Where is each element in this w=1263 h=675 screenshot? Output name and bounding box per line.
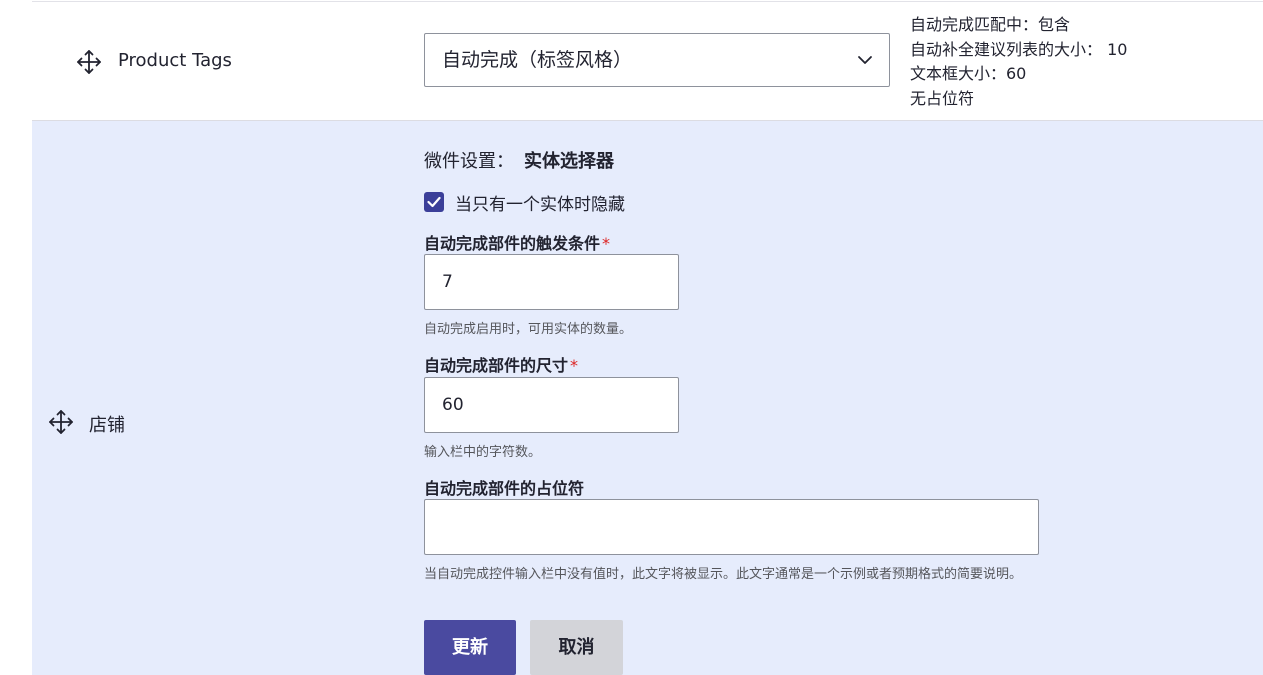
required-marker: * xyxy=(602,234,611,253)
threshold-label: 自动完成部件的触发条件 * xyxy=(424,230,610,254)
summary-line-textfield-size: 文本框大小：60 xyxy=(910,64,1027,83)
placeholder-label-text: 自动完成部件的占位符 xyxy=(424,479,585,498)
threshold-help: 自动完成启用时，可用实体的数量。 xyxy=(424,322,633,337)
placeholder-help: 当自动完成控件输入栏中没有值时，此文字将被显示。此文字通常是一个示例或者预期格式… xyxy=(424,567,1023,582)
threshold-input[interactable]: 7 xyxy=(424,254,679,310)
widget-type-selected-value: 自动完成（标签风格） xyxy=(442,49,633,71)
checkmark-icon xyxy=(427,196,441,208)
size-label: 自动完成部件的尺寸 * xyxy=(424,352,578,376)
chevron-down-icon xyxy=(857,54,873,66)
move-arrows-icon xyxy=(49,410,73,434)
update-button[interactable]: 更新 xyxy=(424,620,516,675)
required-marker: * xyxy=(570,356,579,375)
move-arrows-icon xyxy=(77,50,101,74)
summary-line-placeholder: 无占位符 xyxy=(910,88,975,108)
drag-handle-icon[interactable] xyxy=(48,409,74,435)
placeholder-input[interactable] xyxy=(424,499,1039,555)
widget-name: 实体选择器 xyxy=(524,151,614,172)
threshold-label-text: 自动完成部件的触发条件 xyxy=(424,234,601,253)
field-label-product-tags: Product Tags xyxy=(118,50,232,71)
hide-single-entity-checkbox[interactable] xyxy=(424,192,444,212)
widget-settings-label: 微件设置： xyxy=(424,151,514,172)
widget-summary: 自动完成匹配中：包含 自动补全建议列表的大小： 10 文本框大小：60 无占位符 xyxy=(910,13,1127,111)
placeholder-label: 自动完成部件的占位符 xyxy=(424,475,584,499)
field-label-store: 店铺 xyxy=(89,415,125,436)
widget-settings-heading: 微件设置： 实体选择器 xyxy=(424,147,614,173)
hide-single-entity-option[interactable]: 当只有一个实体时隐藏 xyxy=(424,191,625,215)
summary-line-suggestion-size: 自动补全建议列表的大小： 10 xyxy=(910,39,1128,59)
cancel-button[interactable]: 取消 xyxy=(530,620,623,675)
drag-handle-icon[interactable] xyxy=(76,49,102,75)
size-label-text: 自动完成部件的尺寸 xyxy=(424,356,569,375)
size-help: 输入栏中的字符数。 xyxy=(424,445,542,460)
widget-type-select[interactable]: 自动完成（标签风格） xyxy=(424,33,890,87)
summary-line-match: 自动完成匹配中：包含 xyxy=(910,15,1071,34)
size-input[interactable]: 60 xyxy=(424,377,679,433)
hide-single-entity-label: 当只有一个实体时隐藏 xyxy=(455,194,625,215)
